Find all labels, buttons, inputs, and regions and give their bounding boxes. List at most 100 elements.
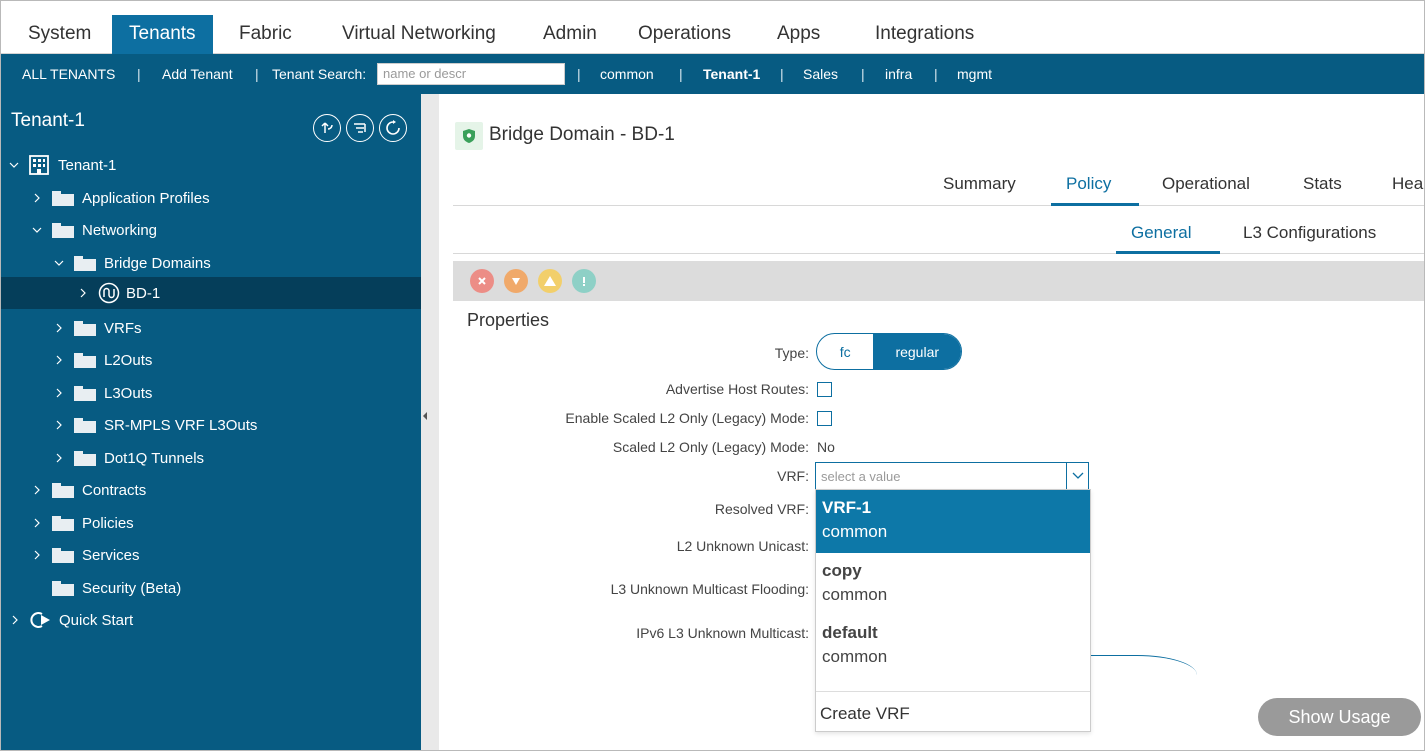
chevron-right-icon[interactable]: [54, 355, 64, 365]
scaled-l2-label: Scaled L2 Only (Legacy) Mode:: [612, 439, 809, 455]
folder-icon: [74, 320, 96, 336]
tenant-link-mgmt[interactable]: mgmt: [957, 66, 992, 82]
enable-scaled-l2-checkbox[interactable]: [817, 411, 832, 426]
sub-tabs: General L3 Configurations: [453, 209, 1424, 254]
active-tab-indicator: [1051, 203, 1139, 206]
collapse-left-icon[interactable]: [423, 412, 427, 420]
vrf-option-vrf-1[interactable]: VRF-1 common: [816, 490, 1090, 553]
tab-virtual-networking[interactable]: Virtual Networking: [342, 15, 496, 54]
chevron-right-icon[interactable]: [54, 323, 64, 333]
chevron-down-icon[interactable]: [9, 160, 19, 170]
tab-health[interactable]: Hea: [1392, 174, 1423, 194]
vrf-option-name: VRF-1: [822, 498, 872, 517]
tree-label: L3Outs: [104, 384, 153, 402]
tenant-link-infra[interactable]: infra: [885, 66, 912, 82]
chevron-right-icon[interactable]: [54, 388, 64, 398]
tree-item-dot1q-tunnels[interactable]: Dot1Q Tunnels: [1, 442, 421, 474]
filter-icon[interactable]: [346, 114, 374, 142]
tree-item-quick-start[interactable]: Quick Start: [1, 604, 421, 636]
bridge-domain-icon: [98, 282, 120, 304]
tab-tenants[interactable]: Tenants: [112, 15, 213, 54]
tab-admin[interactable]: Admin: [543, 15, 597, 54]
tree-item-l3outs[interactable]: L3Outs: [1, 377, 421, 409]
tab-summary[interactable]: Summary: [943, 174, 1016, 194]
chevron-right-icon[interactable]: [78, 288, 88, 298]
tree-item-vrfs[interactable]: VRFs: [1, 312, 421, 344]
add-tenant-link[interactable]: Add Tenant: [162, 66, 233, 82]
tree-item-services[interactable]: Services: [1, 539, 421, 571]
vrf-dropdown: VRF-1 common copy common default common …: [815, 489, 1091, 732]
tree-item-sr-mpls-vrf-l3outs[interactable]: SR-MPLS VRF L3Outs: [1, 409, 421, 441]
tab-operational[interactable]: Operational: [1162, 174, 1250, 194]
tab-apps[interactable]: Apps: [777, 15, 820, 54]
tenant-search-input[interactable]: name or descr: [377, 63, 565, 85]
chevron-right-icon[interactable]: [32, 550, 42, 560]
properties-heading: Properties: [467, 310, 550, 330]
create-vrf-option[interactable]: Create VRF: [820, 704, 910, 724]
type-option-fc[interactable]: fc: [817, 334, 873, 369]
tenant-link-sales[interactable]: Sales: [803, 66, 838, 82]
chevron-down-icon[interactable]: [1066, 463, 1088, 489]
tree-label: Tenant-1: [58, 156, 117, 174]
advertise-host-routes-checkbox[interactable]: [817, 382, 832, 397]
chevron-down-icon[interactable]: [54, 258, 64, 268]
tree-item-application-profiles[interactable]: Application Profiles: [1, 182, 421, 214]
page-title: Bridge Domain - BD-1: [489, 124, 675, 145]
all-tenants-link[interactable]: ALL TENANTS: [22, 66, 115, 82]
tree-label: Quick Start: [59, 611, 134, 629]
refresh-icon[interactable]: [379, 114, 407, 142]
active-subtab-indicator: [1116, 251, 1220, 254]
quick-start-icon: [30, 611, 52, 629]
tab-policy[interactable]: Policy: [1066, 174, 1111, 194]
chevron-right-icon[interactable]: [10, 615, 20, 625]
tab-stats[interactable]: Stats: [1303, 174, 1342, 194]
tab-system[interactable]: System: [28, 15, 91, 54]
tab-operations[interactable]: Operations: [638, 15, 731, 54]
type-option-regular[interactable]: regular: [873, 334, 961, 369]
chevron-right-icon[interactable]: [32, 193, 42, 203]
tree-label: BD-1: [126, 284, 161, 302]
folder-icon: [52, 190, 74, 206]
chevron-right-icon[interactable]: [54, 453, 64, 463]
pane-splitter[interactable]: [421, 94, 439, 750]
chevron-right-icon[interactable]: [32, 485, 42, 495]
separator: |: [679, 66, 683, 82]
tab-fabric[interactable]: Fabric: [239, 15, 292, 54]
tree-label: SR-MPLS VRF L3Outs: [104, 416, 258, 434]
tree-item-networking[interactable]: Networking: [1, 214, 421, 246]
tree-item-tenant-1[interactable]: Tenant-1: [1, 149, 421, 181]
vrf-option-copy[interactable]: copy common: [816, 553, 1090, 616]
warning-fault-icon[interactable]: [572, 269, 596, 293]
tenant-link-tenant-1[interactable]: Tenant-1: [703, 66, 760, 82]
vrf-option-default[interactable]: default common: [816, 615, 1090, 678]
tab-general[interactable]: General: [1131, 223, 1191, 243]
tree-item-bridge-domains[interactable]: Bridge Domains: [1, 247, 421, 279]
tree-label: Application Profiles: [82, 189, 210, 207]
tree-label: Policies: [82, 514, 134, 532]
back-icon[interactable]: [313, 114, 341, 142]
tree-item-contracts[interactable]: Contracts: [1, 474, 421, 506]
chevron-right-icon[interactable]: [32, 518, 42, 528]
chevron-right-icon[interactable]: [54, 420, 64, 430]
major-fault-icon[interactable]: [504, 269, 528, 293]
show-usage-button[interactable]: Show Usage: [1258, 698, 1421, 736]
tab-integrations[interactable]: Integrations: [875, 15, 974, 54]
tree-item-bd-1[interactable]: BD-1: [1, 277, 421, 309]
vrf-select[interactable]: select a value: [815, 462, 1089, 490]
separator: |: [780, 66, 784, 82]
l2-unknown-unicast-label: L2 Unknown Unicast:: [676, 538, 809, 554]
vrf-option-tenant: common: [822, 585, 888, 604]
minor-fault-icon[interactable]: [538, 269, 562, 293]
tab-l3-configurations[interactable]: L3 Configurations: [1243, 223, 1376, 243]
separator: |: [255, 66, 259, 82]
tree-item-security-beta[interactable]: Security (Beta): [1, 572, 421, 604]
tree-item-policies[interactable]: Policies: [1, 507, 421, 539]
ipv6-l3-unknown-multicast-label: IPv6 L3 Unknown Multicast:: [636, 625, 809, 641]
resolved-vrf-label: Resolved VRF:: [714, 501, 809, 517]
pane-title: Tenant-1: [11, 110, 85, 131]
tree-item-l2outs[interactable]: L2Outs: [1, 344, 421, 376]
type-toggle[interactable]: fc regular: [816, 333, 962, 370]
critical-fault-icon[interactable]: [470, 269, 494, 293]
chevron-down-icon[interactable]: [32, 225, 42, 235]
tenant-link-common[interactable]: common: [600, 66, 654, 82]
